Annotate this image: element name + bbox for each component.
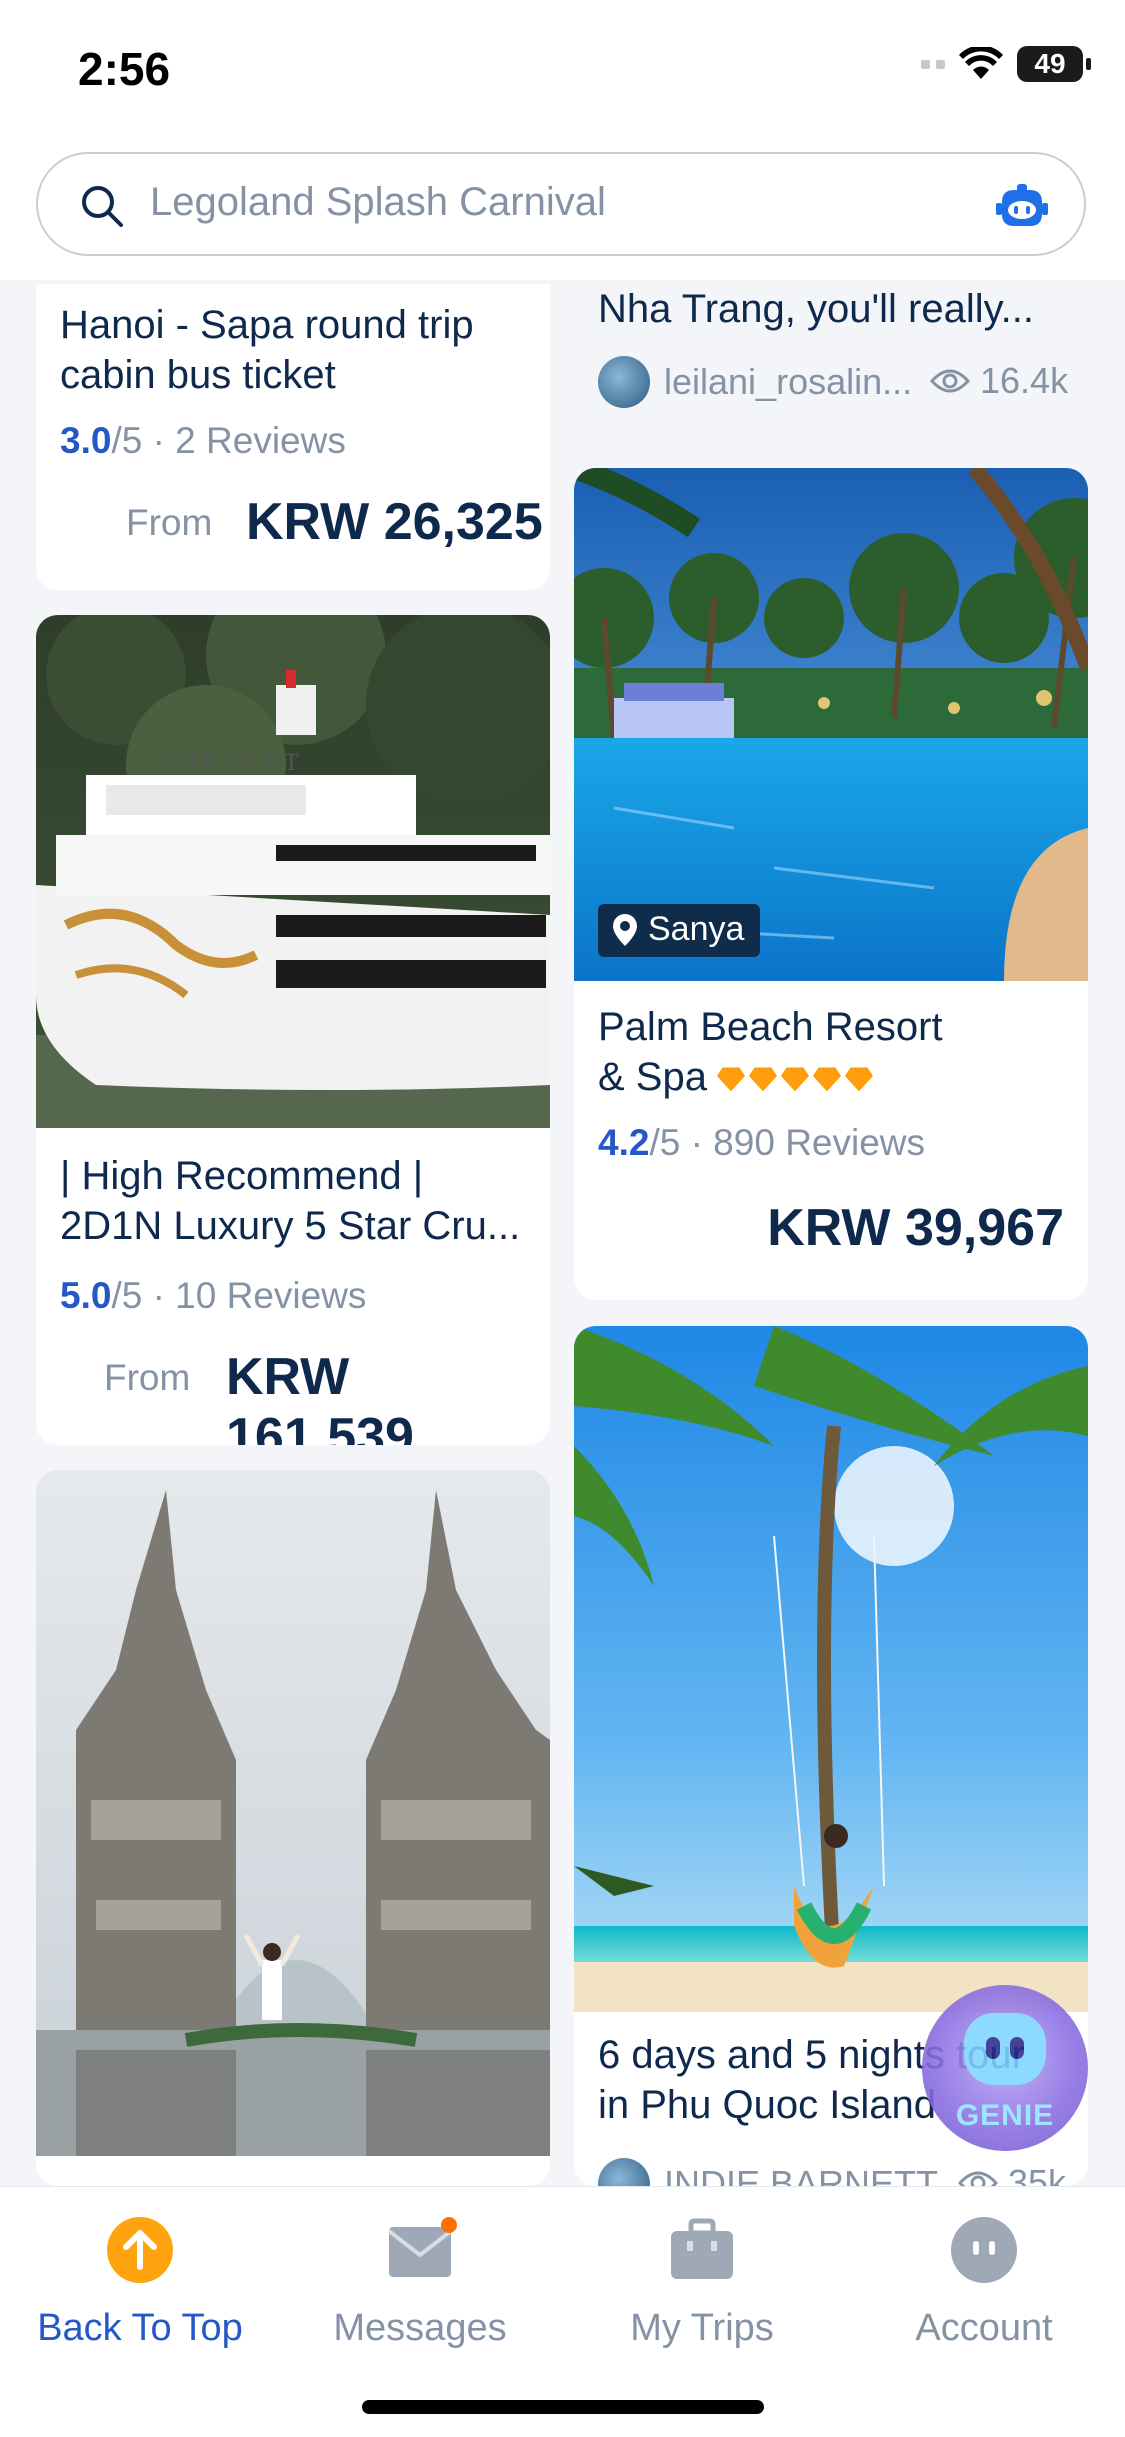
nav-label: Account	[915, 2307, 1053, 2349]
nav-my-trips[interactable]: My Trips	[562, 2217, 842, 2350]
suitcase-icon	[669, 2217, 735, 2283]
cellular-signal-icon	[921, 59, 945, 69]
post-views: 16.4k	[930, 360, 1068, 402]
genie-face-icon	[964, 2013, 1046, 2085]
product-card-cruise[interactable]: STAR LIGHT | High Recommend | 2D1N Luxur…	[36, 615, 550, 1445]
price: KRW 161,539	[226, 1348, 414, 1445]
cruise-image: STAR LIGHT	[36, 615, 550, 1128]
product-card-bali[interactable]	[36, 1470, 550, 2186]
rating-score: 3.0	[60, 420, 112, 461]
search-input[interactable]: Legoland Splash Carnival	[150, 180, 606, 225]
post-card-nha-trang[interactable]: Nha Trang, you'll really... leilani_rosa…	[574, 284, 1088, 444]
author-name: leilani_rosalin...	[664, 361, 913, 402]
rating-reviews: /5 · 2 Reviews	[111, 420, 346, 461]
post-title: Nha Trang, you'll really...	[598, 287, 1034, 331]
card-title-line1: Hanoi - Sapa round trip	[60, 303, 474, 347]
product-card-bus-ticket[interactable]: Hanoi - Sapa round trip cabin bus ticket…	[36, 284, 550, 590]
search-bar[interactable]: Legoland Splash Carnival	[36, 152, 1086, 256]
status-icons: 49	[921, 46, 1091, 82]
post-author: leilani_rosalin...	[598, 356, 912, 408]
rating-reviews: /5 · 890 Reviews	[649, 1122, 926, 1163]
nav-back-to-top[interactable]: Back To Top	[0, 2217, 280, 2350]
eye-icon	[958, 2171, 998, 2186]
nav-label: Messages	[333, 2307, 507, 2349]
wifi-icon	[959, 47, 1003, 79]
price: KRW 39,967	[767, 1199, 1064, 1257]
hotel-title: Palm Beach Resort & Spa	[598, 1002, 943, 1102]
nav-account[interactable]: Account	[844, 2217, 1124, 2350]
avatar	[598, 356, 650, 408]
nav-label: My Trips	[630, 2307, 774, 2349]
arrow-up-icon	[107, 2217, 173, 2283]
card-title: | High Recommend | 2D1N Luxury 5 Star Cr…	[60, 1151, 520, 1251]
location-name: Sanya	[648, 910, 745, 948]
avatar	[598, 2158, 650, 2186]
rating-score: 4.2	[598, 1122, 650, 1163]
search-header: Legoland Splash Carnival	[0, 140, 1125, 280]
rating: 5.0/5 · 10 Reviews	[60, 1275, 366, 1317]
bali-gate-image	[36, 1470, 550, 2156]
from-label: From	[104, 1357, 191, 1398]
diamond-rating-icon	[716, 1067, 873, 1092]
battery-icon: 49	[1017, 46, 1091, 82]
eye-icon	[930, 369, 970, 393]
card-title-line2: 2D1N Luxury 5 Star Cru...	[60, 1204, 521, 1248]
post-views: 35k	[958, 2162, 1066, 2186]
svg-text:STAR LIGHT: STAR LIGHT	[156, 751, 299, 776]
location-pin-icon	[613, 913, 637, 946]
rating: 4.2/5 · 890 Reviews	[598, 1122, 925, 1164]
from-label: From	[126, 502, 213, 543]
post-author: INDIE BARNETT	[598, 2158, 938, 2186]
envelope-icon	[387, 2217, 457, 2283]
nav-messages[interactable]: Messages	[280, 2217, 560, 2350]
hotel-title-line2: & Spa	[598, 1055, 707, 1099]
genie-assistant-button[interactable]: GENIE	[922, 1985, 1088, 2151]
location-badge: Sanya	[598, 904, 761, 957]
views-count: 16.4k	[980, 360, 1069, 401]
author-name: INDIE BARNETT	[664, 2163, 939, 2186]
status-time: 2:56	[78, 43, 171, 95]
card-title-line2: cabin bus ticket	[60, 353, 336, 397]
views-count: 35k	[1008, 2162, 1067, 2186]
account-icon	[951, 2217, 1017, 2283]
rating: 3.0/5 · 2 Reviews	[60, 420, 346, 462]
hotel-title-line1: Palm Beach Resort	[598, 1005, 943, 1049]
price: KRW 26,325	[246, 493, 543, 551]
battery-level: 49	[1034, 48, 1066, 79]
nav-label: Back To Top	[37, 2307, 243, 2349]
status-bar: 2:56 49	[0, 0, 1125, 140]
ai-assistant-icon[interactable]	[996, 182, 1048, 232]
rating-score: 5.0	[60, 1275, 112, 1316]
home-indicator	[362, 2400, 764, 2414]
card-title: Hanoi - Sapa round trip cabin bus ticket	[60, 300, 474, 400]
hotel-card-palm-beach[interactable]: Sanya Palm Beach Resort & Spa 4.2/5 · 89…	[574, 468, 1088, 1300]
rating-reviews: /5 · 10 Reviews	[111, 1275, 367, 1316]
genie-label: GENIE	[955, 2099, 1055, 2132]
search-icon	[82, 186, 123, 227]
card-title-line1: | High Recommend |	[60, 1154, 424, 1198]
beach-swing-image	[574, 1326, 1088, 2012]
